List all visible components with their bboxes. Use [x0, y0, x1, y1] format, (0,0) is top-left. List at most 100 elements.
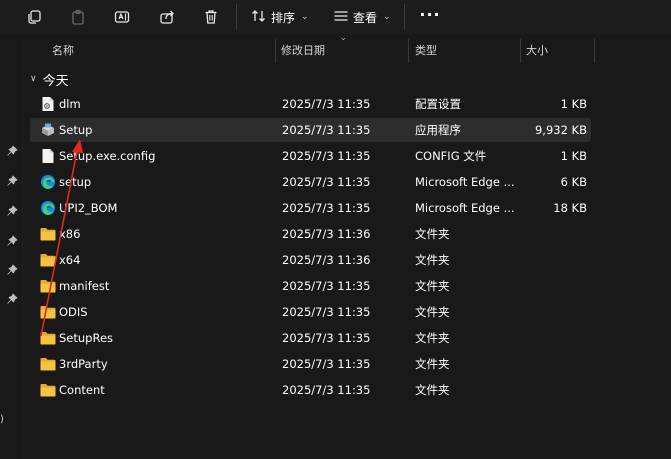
- pin-icon: [6, 202, 18, 216]
- chevron-down-icon: ⌄: [383, 12, 391, 22]
- folder-icon: [39, 378, 57, 402]
- file-type: 配置设置: [415, 97, 461, 111]
- view-list-icon: [333, 8, 349, 27]
- column-date-label: 修改日期: [281, 44, 325, 57]
- file-size: 1 KB: [560, 97, 587, 111]
- file-row[interactable]: Setup.exe.config 2025/7/3 11:35 CONFIG 文件 1…: [30, 144, 591, 168]
- file-explorer-window: 排序 ⌄ 查看 ⌄ ··· ) 名称 修改日期 类型 大小 ⌄ ∨ 今天 dlm…: [0, 0, 671, 459]
- file-name: UPI2_BOM: [59, 201, 118, 215]
- file-type: 文件夹: [415, 227, 450, 241]
- column-header-size[interactable]: 大小: [526, 37, 548, 63]
- folder-icon: [39, 274, 57, 298]
- file-size: 1 KB: [560, 149, 587, 163]
- file-name: setup: [59, 175, 92, 189]
- file-date: 2025/7/3 11:35: [282, 383, 371, 397]
- column-name-label: 名称: [52, 44, 74, 57]
- column-divider[interactable]: [520, 39, 521, 63]
- file-size: 6 KB: [560, 175, 587, 189]
- file-type: 应用程序: [415, 123, 461, 137]
- file-date: 2025/7/3 11:35: [282, 123, 371, 137]
- group-header-today[interactable]: ∨ 今天: [30, 70, 69, 89]
- share-button[interactable]: [155, 6, 179, 28]
- file-row[interactable]: Setup 2025/7/3 11:35 应用程序 9,932 KB: [30, 118, 591, 142]
- nav-item-fragment[interactable]: ): [0, 414, 4, 425]
- more-options-button[interactable]: ···: [418, 6, 442, 28]
- file-name: dlm: [59, 97, 81, 111]
- column-type-label: 类型: [415, 44, 437, 57]
- rename-button[interactable]: [110, 6, 134, 28]
- file-date: 2025/7/3 11:35: [282, 175, 371, 189]
- command-bar: 排序 ⌄ 查看 ⌄ ···: [0, 0, 671, 34]
- file-date: 2025/7/3 11:35: [282, 279, 371, 293]
- file-date: 2025/7/3 11:35: [282, 149, 371, 163]
- pin-icon: [6, 142, 18, 156]
- file-row[interactable]: x64 2025/7/3 11:36 文件夹: [30, 248, 591, 272]
- file-type: 文件夹: [415, 357, 450, 371]
- file-size: 9,932 KB: [534, 123, 587, 137]
- chevron-down-icon: ⌄: [301, 12, 309, 22]
- file-type: 文件夹: [415, 383, 450, 397]
- folder-icon: [39, 248, 57, 272]
- folder-icon: [39, 222, 57, 246]
- column-header-type[interactable]: 类型: [415, 37, 437, 63]
- pin-icon: [6, 261, 18, 275]
- file-row[interactable]: UPI2_BOM 2025/7/3 11:35 Microsoft Edge ...…: [30, 196, 591, 220]
- file-name: 3rdParty: [59, 357, 108, 371]
- file-name: x64: [59, 253, 81, 267]
- file-row[interactable]: dlm 2025/7/3 11:35 配置设置 1 KB: [30, 92, 591, 116]
- file-date: 2025/7/3 11:35: [282, 97, 371, 111]
- delete-button[interactable]: [199, 6, 223, 28]
- file-row[interactable]: Content 2025/7/3 11:35 文件夹: [30, 378, 591, 402]
- view-button[interactable]: 查看 ⌄: [333, 7, 391, 27]
- file-size: 18 KB: [553, 201, 587, 215]
- file-row[interactable]: 3rdParty 2025/7/3 11:35 文件夹: [30, 352, 591, 376]
- folder-icon: [39, 352, 57, 376]
- paste-icon: [70, 9, 86, 25]
- file-row[interactable]: x86 2025/7/3 11:36 文件夹: [30, 222, 591, 246]
- column-divider[interactable]: [594, 39, 595, 63]
- column-divider[interactable]: [275, 39, 276, 63]
- column-divider[interactable]: [408, 39, 409, 63]
- file-type: Microsoft Edge ...: [415, 175, 515, 189]
- toolbar-separator: [404, 4, 405, 30]
- folder-icon: [39, 300, 57, 324]
- paste-button[interactable]: [66, 6, 90, 28]
- group-label: 今天: [42, 73, 69, 89]
- setup-app-icon: [39, 118, 57, 142]
- view-label: 查看: [353, 10, 378, 25]
- column-size-label: 大小: [526, 44, 548, 57]
- file-date: 2025/7/3 11:35: [282, 357, 371, 371]
- file-row[interactable]: setup 2025/7/3 11:35 Microsoft Edge ... 6 K…: [30, 170, 591, 194]
- share-icon: [159, 9, 175, 25]
- file-name: ODIS: [59, 305, 88, 319]
- file-name: Setup.exe.config: [59, 149, 156, 163]
- sort-indicator-icon: ⌄: [340, 33, 347, 42]
- column-header-name[interactable]: 名称: [52, 37, 74, 63]
- file-type: 文件夹: [415, 279, 450, 293]
- file-name: x86: [59, 227, 81, 241]
- sort-label: 排序: [271, 10, 296, 25]
- pin-icon: [6, 232, 18, 246]
- rename-icon: [114, 9, 130, 25]
- file-name: SetupRes: [59, 331, 114, 345]
- file-type: CONFIG 文件: [415, 149, 487, 163]
- toolbar-separator: [236, 4, 237, 30]
- copy-icon: [26, 9, 42, 25]
- file-date: 2025/7/3 11:35: [282, 305, 371, 319]
- column-header-date[interactable]: 修改日期: [281, 37, 325, 63]
- folder-icon: [39, 326, 57, 350]
- column-header: 名称 修改日期 类型 大小: [23, 37, 671, 63]
- pin-icon: [6, 290, 18, 304]
- sort-button[interactable]: 排序 ⌄: [251, 7, 309, 27]
- blank-file-icon: [39, 144, 57, 168]
- file-row[interactable]: manifest 2025/7/3 11:35 文件夹: [30, 274, 591, 298]
- file-date: 2025/7/3 11:35: [282, 201, 371, 215]
- file-row[interactable]: ODIS 2025/7/3 11:35 文件夹: [30, 300, 591, 324]
- file-row[interactable]: SetupRes 2025/7/3 11:35 文件夹: [30, 326, 591, 350]
- file-name: Setup: [59, 123, 93, 137]
- file-type: 文件夹: [415, 331, 450, 345]
- file-type: 文件夹: [415, 305, 450, 319]
- pin-icon: [6, 172, 18, 186]
- file-type: 文件夹: [415, 253, 450, 267]
- copy-button[interactable]: [22, 6, 46, 28]
